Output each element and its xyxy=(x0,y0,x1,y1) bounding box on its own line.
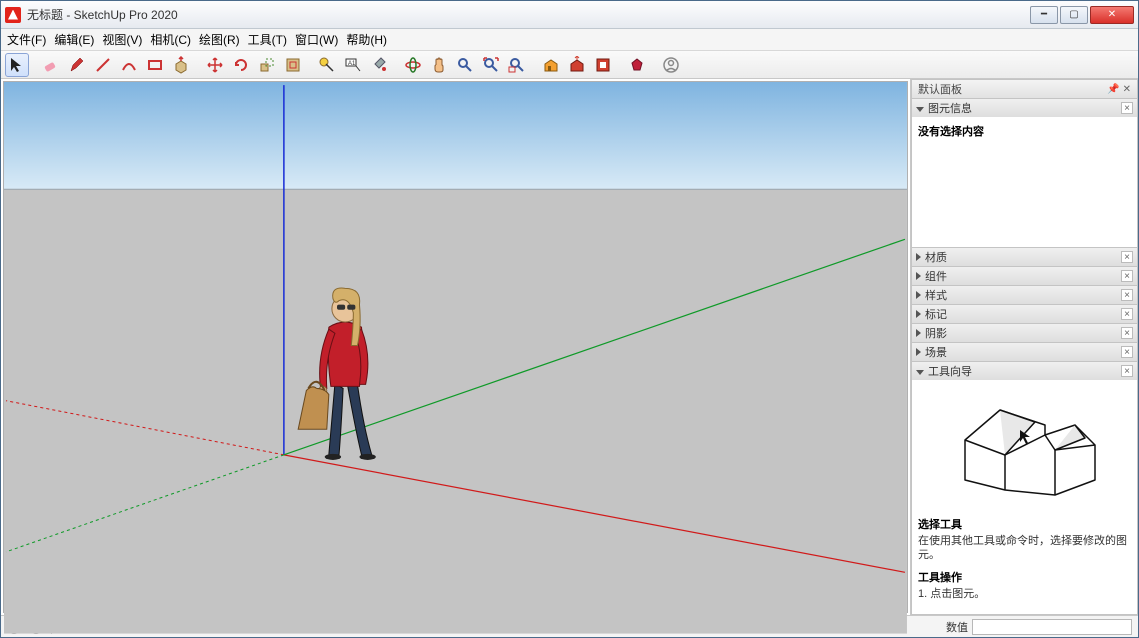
instructor-op-title: 工具操作 xyxy=(918,569,1131,585)
tool-pencil-icon[interactable] xyxy=(65,53,89,77)
tray-title-bar[interactable]: 默认面板 📌 ✕ xyxy=(911,79,1138,99)
viewport[interactable] xyxy=(3,81,908,613)
tool-select-arrow-icon[interactable] xyxy=(5,53,29,77)
tool-offset-icon[interactable] xyxy=(281,53,305,77)
measure-input[interactable] xyxy=(972,619,1132,635)
menu-file[interactable]: 文件(F) xyxy=(7,31,46,48)
tool-zoom-extents-icon[interactable] xyxy=(479,53,503,77)
instructor-op-step1: 1. 点击图元。 xyxy=(918,587,1131,601)
menu-view[interactable]: 视图(V) xyxy=(102,31,142,48)
entity-info-body: 没有选择内容 xyxy=(912,117,1137,247)
tool-move-icon[interactable] xyxy=(203,53,227,77)
close-icon[interactable]: × xyxy=(1121,289,1133,301)
close-icon[interactable]: × xyxy=(1121,365,1133,377)
menu-edit[interactable]: 编辑(E) xyxy=(54,31,94,48)
minimize-button[interactable]: ━ xyxy=(1030,6,1058,24)
tool-tape-measure-icon[interactable] xyxy=(315,53,339,77)
section-shadows-header[interactable]: 阴影 × xyxy=(912,324,1137,342)
section-materials-label: 材质 xyxy=(925,252,947,264)
close-icon[interactable]: × xyxy=(1121,251,1133,263)
section-tags-label: 标记 xyxy=(925,309,947,321)
tool-zoom-window-icon[interactable] xyxy=(505,53,529,77)
section-scenes-label: 场景 xyxy=(925,347,947,359)
window-title: 无标题 - SketchUp Pro 2020 xyxy=(27,6,1028,23)
tool-eraser-icon[interactable] xyxy=(39,53,63,77)
tool-push-pull-icon[interactable] xyxy=(169,53,193,77)
section-instructor-label: 工具向导 xyxy=(928,366,972,378)
tool-add-location-icon[interactable] xyxy=(591,53,615,77)
menu-tools[interactable]: 工具(T) xyxy=(248,31,287,48)
section-entity-info-header[interactable]: 图元信息 × xyxy=(912,99,1137,117)
app-icon xyxy=(5,7,21,23)
close-icon[interactable]: × xyxy=(1121,327,1133,339)
close-icon[interactable]: × xyxy=(1121,308,1133,320)
section-instructor-header[interactable]: 工具向导 × xyxy=(912,362,1137,380)
section-entity-info-label: 图元信息 xyxy=(928,103,972,115)
tool-rectangle-icon[interactable] xyxy=(143,53,167,77)
tool-pan-icon[interactable] xyxy=(427,53,451,77)
tool-scale-icon[interactable] xyxy=(255,53,279,77)
section-scenes-header[interactable]: 场景 × xyxy=(912,343,1137,361)
tool-user-account-icon[interactable] xyxy=(659,53,683,77)
tool-3d-warehouse-icon[interactable] xyxy=(539,53,563,77)
section-shadows-label: 阴影 xyxy=(925,328,947,340)
tool-extension-warehouse-icon[interactable] xyxy=(565,53,589,77)
menu-bar: 文件(F) 编辑(E) 视图(V) 相机(C) 绘图(R) 工具(T) 窗口(W… xyxy=(1,29,1138,51)
menu-camera[interactable]: 相机(C) xyxy=(150,31,191,48)
tool-paint-bucket-icon[interactable] xyxy=(367,53,391,77)
menu-help[interactable]: 帮助(H) xyxy=(346,31,387,48)
right-tray: 默认面板 📌 ✕ 图元信息 × 没有选择内容 材质 × 组件 × 样式 × 标记 × 阴… xyxy=(910,79,1138,615)
tool-arc-icon[interactable] xyxy=(117,53,141,77)
section-styles-header[interactable]: 样式 × xyxy=(912,286,1137,304)
section-materials-header[interactable]: 材质 × xyxy=(912,248,1137,266)
tool-line-icon[interactable] xyxy=(91,53,115,77)
toolbar: A1 xyxy=(1,51,1138,79)
instructor-desc: 在使用其他工具或命令时，选择要修改的图元。 xyxy=(918,534,1131,563)
instructor-illustration xyxy=(935,390,1115,510)
tool-orbit-icon[interactable] xyxy=(401,53,425,77)
tool-rotate-icon[interactable] xyxy=(229,53,253,77)
section-tags-header[interactable]: 标记 × xyxy=(912,305,1137,323)
tool-zoom-icon[interactable] xyxy=(453,53,477,77)
titlebar: 无标题 - SketchUp Pro 2020 ━ ▢ ✕ xyxy=(1,1,1138,29)
maximize-button[interactable]: ▢ xyxy=(1060,6,1088,24)
close-icon[interactable]: × xyxy=(1121,346,1133,358)
close-button[interactable]: ✕ xyxy=(1090,6,1134,24)
close-icon[interactable]: × xyxy=(1121,102,1133,114)
svg-text:A1: A1 xyxy=(348,61,356,67)
instructor-title: 选择工具 xyxy=(918,516,1131,532)
section-styles-label: 样式 xyxy=(925,290,947,302)
tray-title: 默认面板 xyxy=(918,81,962,97)
pin-icon[interactable]: 📌 ✕ xyxy=(1107,84,1131,95)
section-components-header[interactable]: 组件 × xyxy=(912,267,1137,285)
close-icon[interactable]: × xyxy=(1121,270,1133,282)
tool-text-label-icon[interactable]: A1 xyxy=(341,53,365,77)
menu-draw[interactable]: 绘图(R) xyxy=(199,31,240,48)
section-components-label: 组件 xyxy=(925,271,947,283)
tool-ruby-console-icon[interactable] xyxy=(625,53,649,77)
menu-window[interactable]: 窗口(W) xyxy=(295,31,338,48)
instructor-body: 选择工具 在使用其他工具或命令时，选择要修改的图元。 工具操作 1. 点击图元。 xyxy=(912,380,1137,614)
measure-label: 数值 xyxy=(946,619,968,635)
entity-info-text: 没有选择内容 xyxy=(918,126,984,138)
